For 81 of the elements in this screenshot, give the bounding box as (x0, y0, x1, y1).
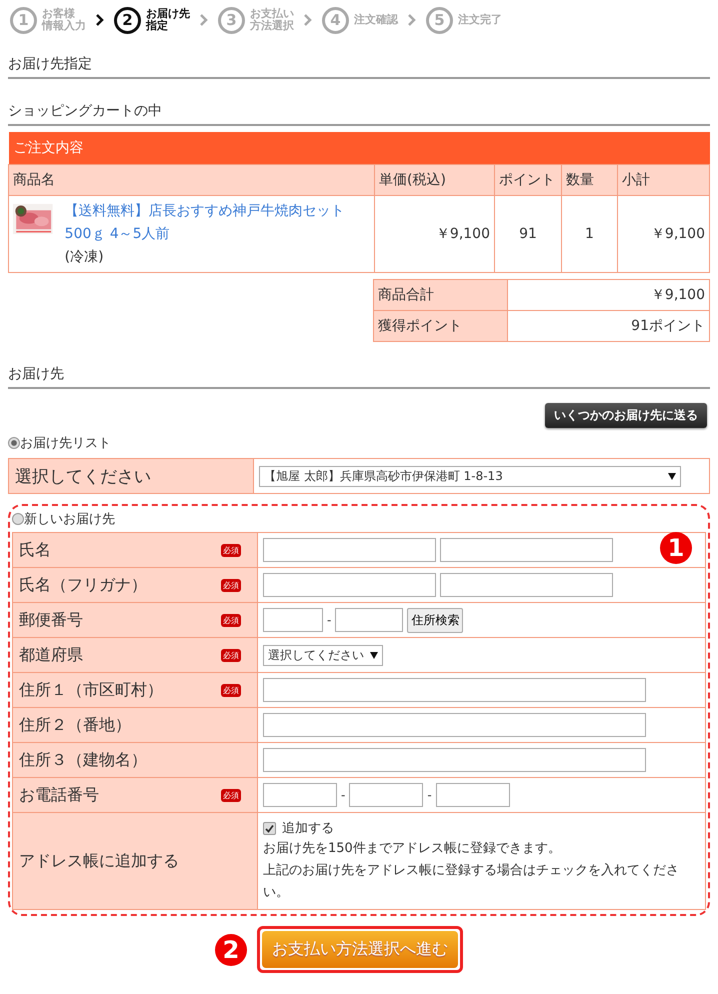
field-label: アドレス帳に追加する (12, 812, 258, 910)
radio-label: 新しいお届け先 (24, 511, 115, 528)
section-title: お届け先 (8, 350, 710, 389)
table-caption: ご注文内容 (8, 132, 710, 164)
input-field[interactable] (440, 538, 613, 562)
step-number: 2 (114, 6, 141, 34)
step-label: お客様 情報入力 (42, 8, 86, 32)
chevron-icon (408, 14, 416, 26)
input-field[interactable] (436, 783, 510, 807)
input-field[interactable] (263, 713, 646, 737)
input-field[interactable] (263, 783, 337, 807)
help-text: お届け先を150件までアドレス帳に登録できます。 (263, 840, 562, 858)
field-label: 氏名（フリガナ） (19, 574, 147, 596)
required-badge: 必須 (221, 614, 241, 626)
step-label: 注文確認 (354, 14, 398, 26)
step-marker: 1 (660, 532, 692, 564)
multiple-destinations-button[interactable]: いくつかのお届け先に送る (545, 403, 707, 428)
section-title: ショッピングカートの中 (8, 87, 710, 126)
address-select[interactable]: 【旭屋 太郎】兵庫県高砂市伊保港町 1-8-13 (259, 466, 681, 486)
step-number: 3 (218, 6, 245, 34)
field-label: 都道府県 (19, 644, 83, 666)
required-badge: 必須 (221, 578, 241, 592)
radio-button[interactable] (12, 513, 24, 525)
field-label: 郵便番号 (19, 610, 83, 630)
input-field[interactable] (440, 573, 613, 597)
step-number: 5 (426, 6, 453, 34)
summary-value: 91ポイント (508, 310, 710, 342)
step-marker: 2 (215, 934, 247, 966)
required-badge: 必須 (221, 684, 241, 696)
step-label: お支払い 方法選択 (250, 8, 294, 32)
step-label: お届け先 指定 (146, 8, 190, 32)
field-label: 住所３（建物名） (19, 750, 147, 770)
column-header: ポイント (494, 164, 562, 196)
chevron-icon (96, 14, 104, 26)
checkbox[interactable] (263, 822, 276, 834)
chevron-icon (200, 14, 208, 26)
dash: - (327, 613, 332, 627)
chevron-icon (304, 14, 312, 26)
column-header: 数量 (562, 164, 618, 196)
dropdown-icon (668, 472, 676, 480)
row-label: 選択してください (8, 458, 254, 494)
column-header: 小計 (618, 164, 710, 196)
input-field[interactable] (263, 608, 323, 632)
checkbox-label: 追加する (282, 820, 334, 837)
dash: - (427, 788, 432, 802)
field-label: 住所１（市区町村） (19, 680, 163, 700)
input-field[interactable] (263, 538, 436, 562)
required-badge: 必須 (221, 544, 241, 556)
summary-label: 商品合計 (374, 280, 508, 310)
section-title: お届け先指定 (8, 40, 710, 79)
input-field[interactable] (263, 748, 646, 772)
input-field[interactable] (263, 678, 646, 702)
required-badge: 必須 (221, 788, 241, 802)
product-link[interactable]: 【送料無料】店長おすすめ神戸牛焼肉セット500ｇ 4～5人前 (64, 200, 370, 246)
field-label: お電話番号 (19, 784, 99, 806)
radio-button[interactable] (8, 437, 20, 449)
input-field[interactable] (349, 783, 424, 807)
table-cell: ￥9,100 (618, 196, 710, 272)
table-cell: ￥9,100 (374, 196, 494, 272)
step-number: 4 (322, 6, 349, 34)
field-label: 住所２（番地） (19, 714, 131, 736)
step-label: 注文完了 (458, 14, 502, 26)
address-search-button[interactable]: 住所検索 (407, 608, 464, 632)
help-text: 上記のお届け先をアドレス帳に登録する場合はチェックを入れてください。 (263, 862, 680, 902)
field-label: 氏名 (19, 540, 51, 560)
column-header: 単価(税込) (374, 164, 494, 196)
input-field[interactable] (335, 608, 404, 632)
table-cell: 91 (494, 196, 562, 272)
step-number: 1 (10, 6, 37, 34)
column-header: 商品名 (8, 164, 374, 196)
table-cell: 1 (562, 196, 618, 272)
prefecture-select[interactable]: 選択してください (263, 644, 383, 666)
input-field[interactable] (263, 573, 436, 597)
radio-label: お届け先リスト (20, 435, 111, 452)
summary-value: ￥9,100 (508, 280, 710, 310)
required-badge: 必須 (221, 648, 241, 662)
check-icon (265, 824, 274, 832)
dash: - (341, 788, 346, 802)
summary-label: 獲得ポイント (374, 310, 508, 342)
product-note: (冷凍) (64, 249, 104, 265)
dropdown-icon (370, 652, 378, 658)
